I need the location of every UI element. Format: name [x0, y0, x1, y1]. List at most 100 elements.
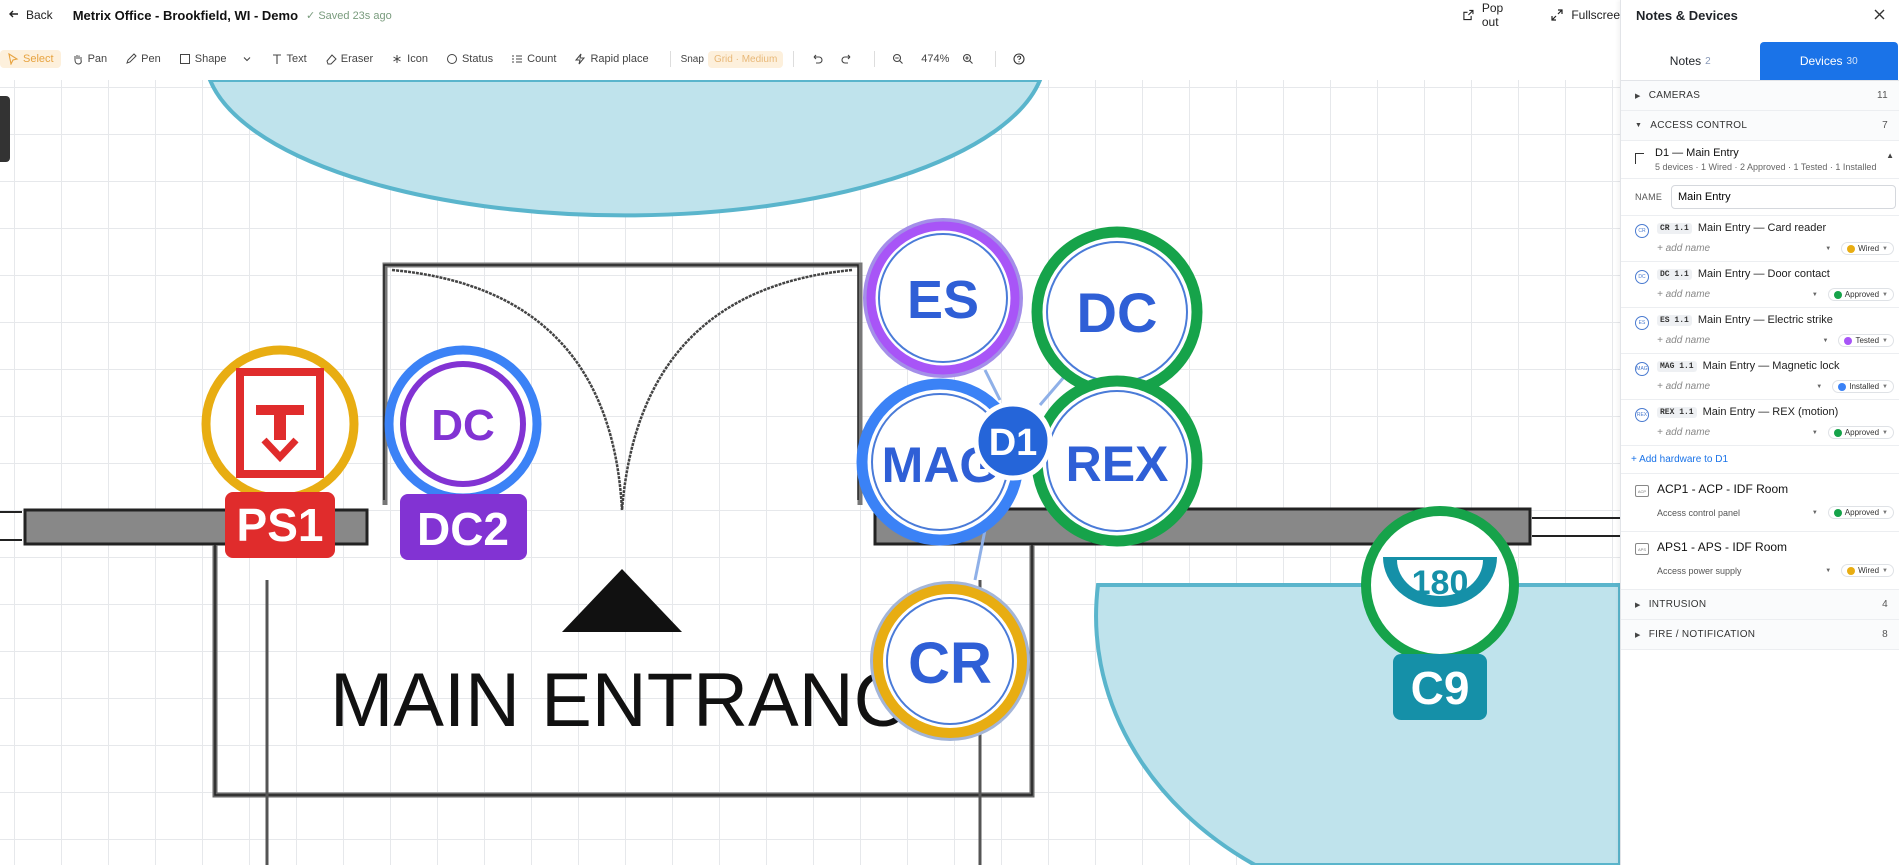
- status-badge[interactable]: Wired ▼: [1841, 564, 1894, 577]
- side-drawer-handle[interactable]: [0, 96, 10, 162]
- panel-device-title: ACP1 - ACP - IDF Room: [1657, 482, 1789, 496]
- device-dc2[interactable]: DC DC2: [384, 345, 542, 560]
- caret-down-icon: ▼: [1635, 122, 1643, 129]
- tab-devices[interactable]: Devices 30: [1759, 42, 1898, 80]
- status-badge[interactable]: Approved ▼: [1827, 426, 1894, 439]
- status-dot: [1847, 566, 1856, 575]
- tab-notes[interactable]: Notes 2: [1621, 42, 1760, 80]
- status-badge[interactable]: Installed ▼: [1832, 380, 1894, 393]
- caret-down-icon[interactable]: ▼: [1812, 510, 1818, 516]
- panel-title: Notes & Devices: [1636, 7, 1738, 23]
- category-fire-count: 8: [1882, 629, 1888, 640]
- list-item[interactable]: CR CR 1.1 Main Entry — Card reader + add …: [1621, 216, 1899, 262]
- zoom-in-icon: [963, 53, 974, 64]
- snap-toggle[interactable]: Snap: [681, 54, 704, 65]
- chevron-down-icon: ▼: [1882, 567, 1888, 574]
- tool-select-label: Select: [23, 53, 54, 65]
- list-item[interactable]: ES ES 1.1 Main Entry — Electric strike + …: [1621, 308, 1899, 354]
- tool-status[interactable]: Status: [439, 50, 500, 68]
- list-item[interactable]: ACP ACP1 - ACP - IDF Room Access control…: [1621, 474, 1899, 532]
- chevron-down-icon: ▼: [1882, 245, 1888, 252]
- status-badge[interactable]: Tested ▼: [1838, 334, 1894, 347]
- zoom-in-button[interactable]: [955, 50, 981, 68]
- help-button[interactable]: [1006, 50, 1032, 68]
- status-badge[interactable]: Wired ▼: [1841, 242, 1894, 255]
- list-item[interactable]: APS APS1 - APS - IDF Room Access power s…: [1621, 532, 1899, 590]
- tool-eraser[interactable]: Eraser: [318, 50, 380, 68]
- close-icon: [1874, 9, 1885, 19]
- chevron-down-icon: ▼: [1882, 383, 1888, 390]
- caret-down-icon[interactable]: ▼: [1825, 568, 1831, 574]
- tool-count[interactable]: Count: [504, 50, 563, 68]
- grid-size-select[interactable]: Grid · Medium: [707, 50, 784, 68]
- list-item[interactable]: REX REX 1.1 Main Entry — REX (motion) + a…: [1621, 400, 1899, 446]
- panel-device-desc: Access control panel: [1657, 507, 1741, 518]
- tool-pan[interactable]: Pan: [65, 50, 115, 68]
- list-item[interactable]: DC DC 1.1 Main Entry — Door contact + add…: [1621, 262, 1899, 308]
- status-dot: [1847, 244, 1856, 253]
- top-bar: Back Metrix Office - Brookfield, WI - De…: [0, 0, 1620, 30]
- tool-pen[interactable]: Pen: [118, 50, 168, 68]
- device-cr[interactable]: CR: [870, 581, 1030, 741]
- help-icon: [1013, 53, 1025, 65]
- door-group-d1[interactable]: D1 — Main Entry 5 devices · 1 Wired · 2 …: [1621, 141, 1899, 179]
- tool-shape[interactable]: Shape: [172, 50, 234, 68]
- tool-select[interactable]: Select: [0, 50, 61, 68]
- add-hardware-button[interactable]: + Add hardware to D1: [1621, 446, 1899, 474]
- tool-pen-label: Pen: [141, 53, 161, 65]
- add-name-field[interactable]: + add name: [1657, 427, 1710, 438]
- status-dot: [1833, 428, 1842, 437]
- undo-button[interactable]: [804, 50, 830, 68]
- back-button[interactable]: Back: [8, 8, 53, 23]
- device-rex[interactable]: REX: [1031, 375, 1203, 547]
- device-rex-label: REX: [1066, 436, 1169, 492]
- category-intrusion[interactable]: ▶ INTRUSION 4: [1621, 590, 1899, 620]
- device-dc[interactable]: DC: [1031, 226, 1203, 398]
- device-ps1[interactable]: PS1: [201, 345, 359, 558]
- add-name-field[interactable]: + add name: [1657, 289, 1710, 300]
- tool-rapid-place-label: Rapid place: [590, 53, 649, 65]
- status-badge[interactable]: Approved ▼: [1827, 288, 1894, 301]
- floorplan-canvas[interactable]: PS1 DC DC2 ES DC REX MAG D1 MAIN ENTRANC…: [0, 80, 1620, 865]
- bolt-icon: [575, 53, 586, 65]
- category-access-control[interactable]: ▼ ACCESS CONTROL 7: [1621, 111, 1899, 141]
- tab-notes-count: 2: [1705, 55, 1711, 67]
- list-item[interactable]: MAG MAG 1.1 Main Entry — Magnetic lock + …: [1621, 354, 1899, 400]
- square-icon: [179, 54, 190, 64]
- door-badge-d1[interactable]: D1: [973, 401, 1053, 481]
- status-badge[interactable]: Approved ▼: [1827, 506, 1894, 519]
- category-intrusion-label: INTRUSION: [1648, 599, 1707, 610]
- door-badge-d1-label: D1: [989, 422, 1038, 464]
- caret-down-icon[interactable]: ▼: [1823, 338, 1829, 344]
- popout-button[interactable]: Pop out: [1463, 1, 1519, 29]
- device-es[interactable]: ES: [863, 218, 1023, 378]
- status-dot: [1838, 382, 1847, 391]
- close-panel-button[interactable]: [1874, 8, 1885, 23]
- caret-right-icon: ▶: [1635, 631, 1641, 639]
- category-cameras[interactable]: ▶ CAMERAS 11: [1621, 81, 1899, 111]
- add-name-field[interactable]: + add name: [1657, 381, 1710, 392]
- tool-text[interactable]: Text: [264, 50, 314, 68]
- status-label: Approved: [1844, 508, 1880, 517]
- caret-down-icon[interactable]: ▼: [1816, 384, 1822, 390]
- device-label: Main Entry — Magnetic lock: [1702, 360, 1840, 372]
- device-code: MAG 1.1: [1657, 360, 1697, 372]
- door-contact-icon: DC: [1635, 270, 1649, 284]
- door-name-input[interactable]: [1671, 185, 1896, 209]
- device-code: DC 1.1: [1657, 268, 1692, 280]
- add-name-field[interactable]: + add name: [1657, 243, 1710, 254]
- caret-down-icon[interactable]: ▼: [1812, 292, 1818, 298]
- caret-down-icon[interactable]: ▼: [1812, 430, 1818, 436]
- redo-button[interactable]: [834, 50, 860, 68]
- tool-rapid-place[interactable]: Rapid place: [567, 50, 655, 68]
- caret-up-icon[interactable]: ▲: [1886, 151, 1894, 160]
- category-fire-notification[interactable]: ▶ FIRE / NOTIFICATION 8: [1621, 620, 1899, 650]
- shape-dropdown[interactable]: [234, 50, 260, 68]
- text-icon: [272, 54, 281, 64]
- caret-down-icon[interactable]: ▼: [1825, 246, 1831, 252]
- divider: [793, 51, 795, 67]
- fullscreen-button[interactable]: Fullscree: [1551, 1, 1620, 29]
- zoom-out-button[interactable]: [885, 50, 911, 68]
- add-name-field[interactable]: + add name: [1657, 335, 1710, 346]
- tool-icon[interactable]: Icon: [384, 50, 435, 68]
